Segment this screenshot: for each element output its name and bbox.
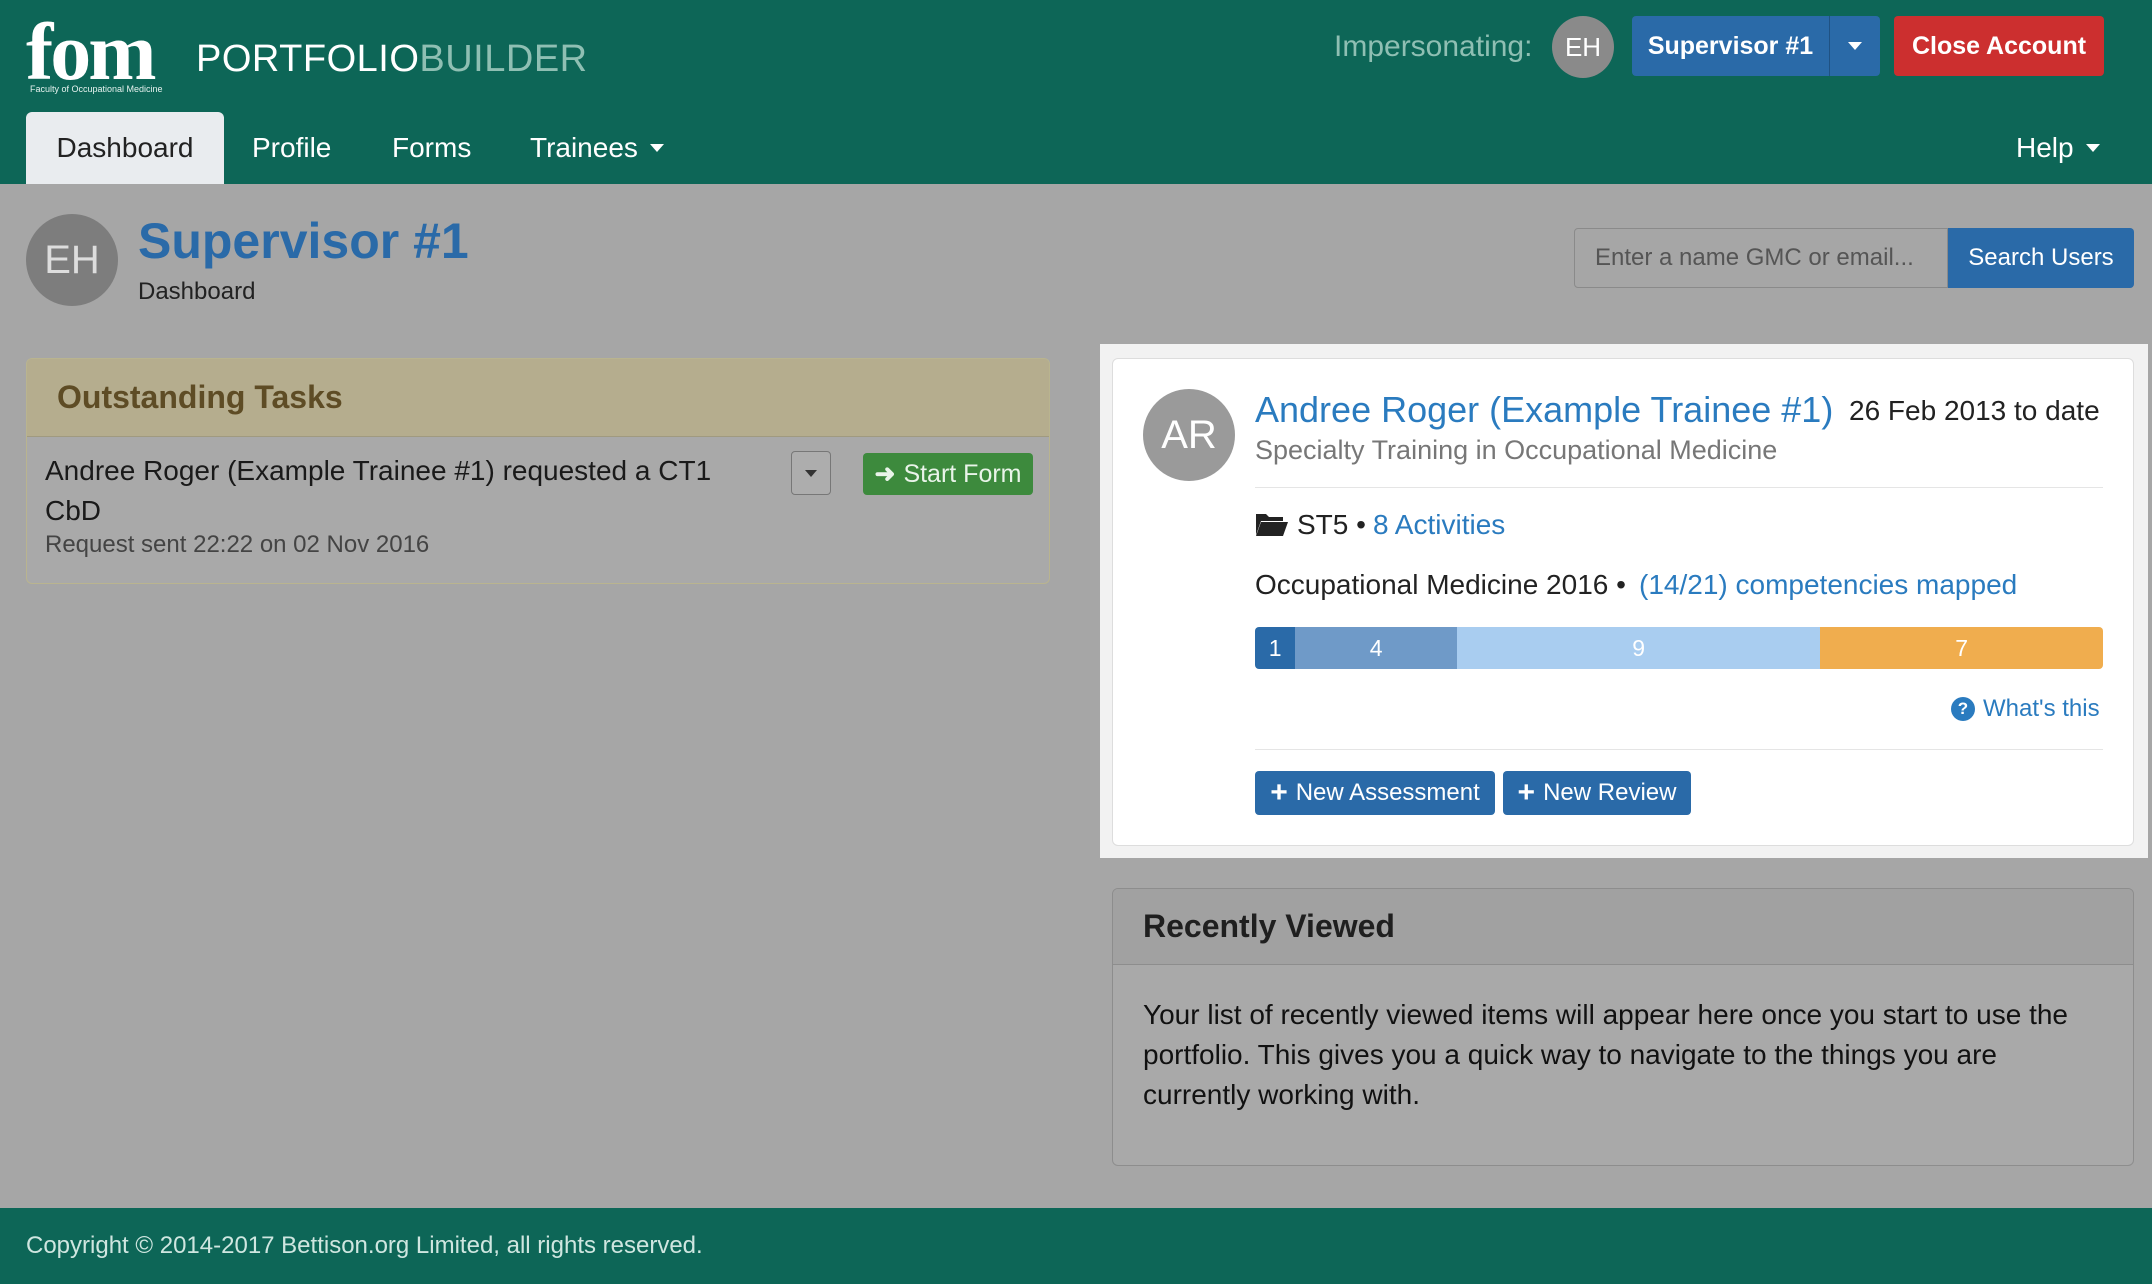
tab-trainees-label: Trainees — [530, 132, 638, 163]
grade-value: ST5 — [1297, 509, 1349, 540]
grade-separator: • — [1356, 509, 1366, 540]
trainee-grade: ST5 • — [1297, 509, 1366, 541]
trainee-avatar: AR — [1143, 389, 1235, 481]
progress-segment: 1 — [1255, 627, 1296, 669]
user-button[interactable]: Supervisor #1 — [1632, 16, 1830, 76]
arrow-right-icon: ➜ — [874, 460, 896, 488]
copyright-text: Copyright © 2014-2017 Bettison.org Limit… — [26, 1232, 703, 1259]
help-menu[interactable]: Help — [2016, 112, 2100, 184]
close-account-button[interactable]: Close Account — [1894, 16, 2104, 76]
footer: Copyright © 2014-2017 Bettison.org Limit… — [0, 1208, 2152, 1284]
recently-viewed-message: Your list of recently viewed items will … — [1143, 999, 2068, 1110]
impersonating-avatar: EH — [1552, 16, 1614, 78]
chevron-down-icon — [649, 144, 664, 152]
tab-trainees[interactable]: Trainees — [530, 112, 664, 184]
divider — [1255, 487, 2103, 488]
new-assessment-label: New Assessment — [1295, 779, 1480, 806]
activities-link[interactable]: 8 Activities — [1373, 509, 1505, 541]
tab-profile[interactable]: Profile — [252, 112, 331, 184]
fom-logo[interactable]: fom Faculty of Occupational Medicine — [26, 6, 176, 98]
panel-title: Outstanding Tasks — [27, 359, 1049, 437]
chevron-down-icon — [1848, 42, 1862, 50]
task-description: Andree Roger (Example Trainee #1) reques… — [45, 455, 712, 526]
whats-this-label: What's this — [1983, 695, 2100, 722]
task-timestamp: Request sent 22:22 on 02 Nov 2016 — [45, 531, 430, 558]
divider — [1255, 749, 2103, 750]
question-circle-icon: ? — [1951, 697, 1975, 721]
new-review-button[interactable]: + New Review — [1503, 771, 1691, 815]
recently-viewed-panel: Recently Viewed Your list of recently vi… — [1112, 888, 2134, 1166]
brand-part-builder: BUILDER — [419, 38, 588, 80]
chevron-down-icon — [2085, 144, 2100, 152]
brand-name[interactable]: PORTFOLIOBUILDER — [196, 38, 588, 81]
task-options-dropdown[interactable] — [791, 451, 831, 495]
plus-icon: + — [1270, 776, 1288, 809]
top-navbar: fom Faculty of Occupational Medicine POR… — [0, 0, 2152, 184]
progress-segment: 9 — [1456, 627, 1821, 669]
start-form-label: Start Form — [903, 459, 1022, 488]
progress-segment: 4 — [1295, 627, 1457, 669]
logo-subtext: Faculty of Occupational Medicine — [30, 84, 163, 94]
trainee-name-link[interactable]: Andree Roger (Example Trainee #1) — [1255, 389, 1833, 431]
search-users-button[interactable]: Search Users — [1948, 228, 2134, 288]
page-subtitle: Dashboard — [138, 278, 256, 305]
user-dropdown-toggle[interactable] — [1830, 16, 1880, 76]
competencies-mapped-link[interactable]: (14/21) competencies mapped — [1639, 569, 2017, 601]
brand-part-portfolio: PORTFOLIO — [196, 38, 420, 80]
chevron-down-icon — [805, 469, 817, 477]
tab-dashboard[interactable]: Dashboard — [26, 112, 224, 184]
tab-forms[interactable]: Forms — [392, 112, 471, 184]
competency-progress-bar: 1 4 9 7 — [1255, 627, 2103, 669]
outstanding-tasks-panel: Outstanding Tasks Andree Roger (Example … — [26, 358, 1050, 584]
trainee-program: Specialty Training in Occupational Medic… — [1255, 435, 1778, 465]
search-input[interactable] — [1574, 228, 1948, 288]
new-review-label: New Review — [1543, 779, 1677, 806]
page-title: Supervisor #1 — [138, 213, 469, 269]
curriculum-name: Occupational Medicine 2016 • — [1255, 569, 1626, 600]
folder-open-icon — [1256, 514, 1288, 536]
panel-title: Recently Viewed — [1113, 889, 2133, 965]
avatar: EH — [26, 214, 118, 306]
help-label: Help — [2016, 132, 2074, 163]
impersonating-label: Impersonating: — [1334, 30, 1533, 63]
progress-segment: 7 — [1820, 627, 2103, 669]
start-form-button[interactable]: ➜ Start Form — [863, 453, 1033, 495]
logo-text: fom — [26, 6, 157, 97]
whats-this-link[interactable]: ? What's this — [1951, 695, 2100, 723]
trainee-dates: 26 Feb 2013 to date — [1849, 395, 2100, 426]
trainee-card: AR Andree Roger (Example Trainee #1) 26 … — [1112, 358, 2134, 846]
plus-icon: + — [1517, 776, 1536, 809]
new-assessment-button[interactable]: + New Assessment — [1255, 771, 1495, 815]
